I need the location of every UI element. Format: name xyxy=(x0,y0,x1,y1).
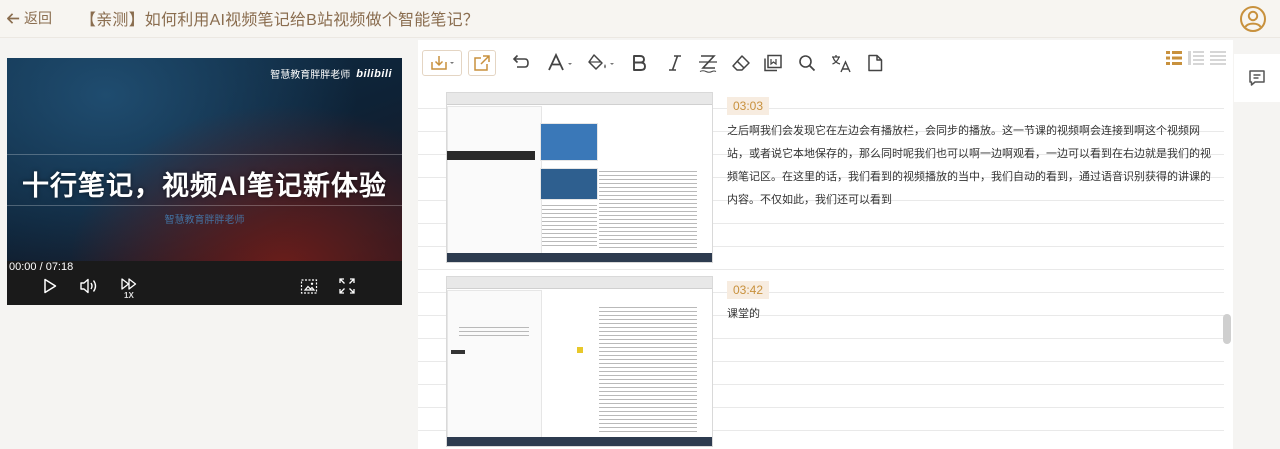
browser-chrome xyxy=(447,93,712,105)
comment-button[interactable] xyxy=(1234,54,1280,102)
screenshot-sidebar xyxy=(447,106,542,254)
screenshot-text xyxy=(542,205,597,249)
speed-label: 1X xyxy=(124,291,134,300)
view-compact-icon[interactable] xyxy=(1187,49,1205,72)
share-icon xyxy=(474,55,490,71)
screenshot-taskbar xyxy=(447,253,712,262)
speed-icon[interactable] xyxy=(121,278,137,290)
screenshot-sidebar xyxy=(447,290,542,438)
video-subtitle: 智慧教育胖胖老师 xyxy=(164,215,245,226)
screenshot-text xyxy=(459,327,529,339)
document-icon[interactable] xyxy=(864,50,886,76)
screenshot-thumbnail xyxy=(540,123,598,161)
divider xyxy=(7,154,402,155)
screenshot-icon[interactable] xyxy=(300,277,318,295)
share-button[interactable] xyxy=(468,50,496,76)
screenshot-text xyxy=(599,171,697,249)
italic-icon[interactable] xyxy=(664,50,686,76)
comment-icon xyxy=(1249,70,1265,86)
search-icon[interactable] xyxy=(796,50,818,76)
screenshot-cursor xyxy=(577,347,583,353)
bilibili-logo: bilibili xyxy=(356,67,392,80)
back-label: 返回 xyxy=(24,10,52,26)
back-arrow-icon xyxy=(7,12,20,24)
note-text[interactable]: 之后啊我们会发现它在左边会有播放栏，会同步的播放。这一节课的视频啊会连接到啊这个… xyxy=(727,120,1212,212)
channel-name: 智慧教育胖胖老师 xyxy=(270,70,351,81)
video-player[interactable]: 智慧教育胖胖老师 bilibili 十行笔记，视频AI笔记新体验 智慧教育胖胖老… xyxy=(7,58,402,305)
fullscreen-icon[interactable] xyxy=(338,277,356,295)
note-timestamp[interactable]: 03:42 xyxy=(727,281,770,299)
video-headline: 十行笔记，视频AI笔记新体验 xyxy=(22,171,387,201)
copy-icon[interactable] xyxy=(762,50,784,76)
fill-color-icon[interactable] xyxy=(586,50,618,76)
video-time: 00:00 / 07:18 xyxy=(9,261,74,273)
video-watermark: 智慧教育胖胖老师 bilibili xyxy=(270,66,392,82)
note-screenshot[interactable] xyxy=(446,276,713,447)
editor-toolbar xyxy=(418,40,1233,86)
screenshot-button xyxy=(451,350,465,354)
play-icon[interactable] xyxy=(43,278,57,294)
translate-icon[interactable] xyxy=(829,50,853,76)
view-list-icon[interactable] xyxy=(1165,49,1183,72)
notes-scrollbar[interactable] xyxy=(1223,314,1231,344)
note-text[interactable]: 课堂的 xyxy=(727,303,1212,326)
screenshot-player-bar xyxy=(447,151,535,160)
bold-icon[interactable] xyxy=(628,50,650,76)
volume-icon[interactable] xyxy=(79,277,99,295)
undo-icon[interactable] xyxy=(510,50,532,76)
note-screenshot[interactable] xyxy=(446,92,713,263)
screenshot-thumbnail xyxy=(540,168,598,200)
divider xyxy=(7,205,402,206)
note-timestamp[interactable]: 03:03 xyxy=(727,97,770,115)
page-title: 【亲测】如何利用AI视频笔记给B站视频做个智能笔记？ xyxy=(80,12,479,29)
download-button[interactable] xyxy=(422,50,462,76)
user-avatar-icon[interactable] xyxy=(1239,5,1267,33)
back-button[interactable]: 返回 xyxy=(6,9,52,27)
top-bar: 返回 【亲测】如何利用AI视频笔记给B站视频做个智能笔记？ xyxy=(0,0,1280,38)
font-size-icon[interactable] xyxy=(546,50,576,76)
strikethrough-icon[interactable] xyxy=(696,50,720,76)
eraser-icon[interactable] xyxy=(730,50,752,76)
screenshot-taskbar xyxy=(447,437,712,446)
browser-chrome xyxy=(447,277,712,289)
screenshot-text xyxy=(599,307,697,435)
view-lines-icon[interactable] xyxy=(1210,49,1226,72)
download-icon xyxy=(431,56,454,70)
note-editor: 03:03 之后啊我们会发现它在左边会有播放栏，会同步的播放。这一节课的视频啊会… xyxy=(418,40,1233,449)
